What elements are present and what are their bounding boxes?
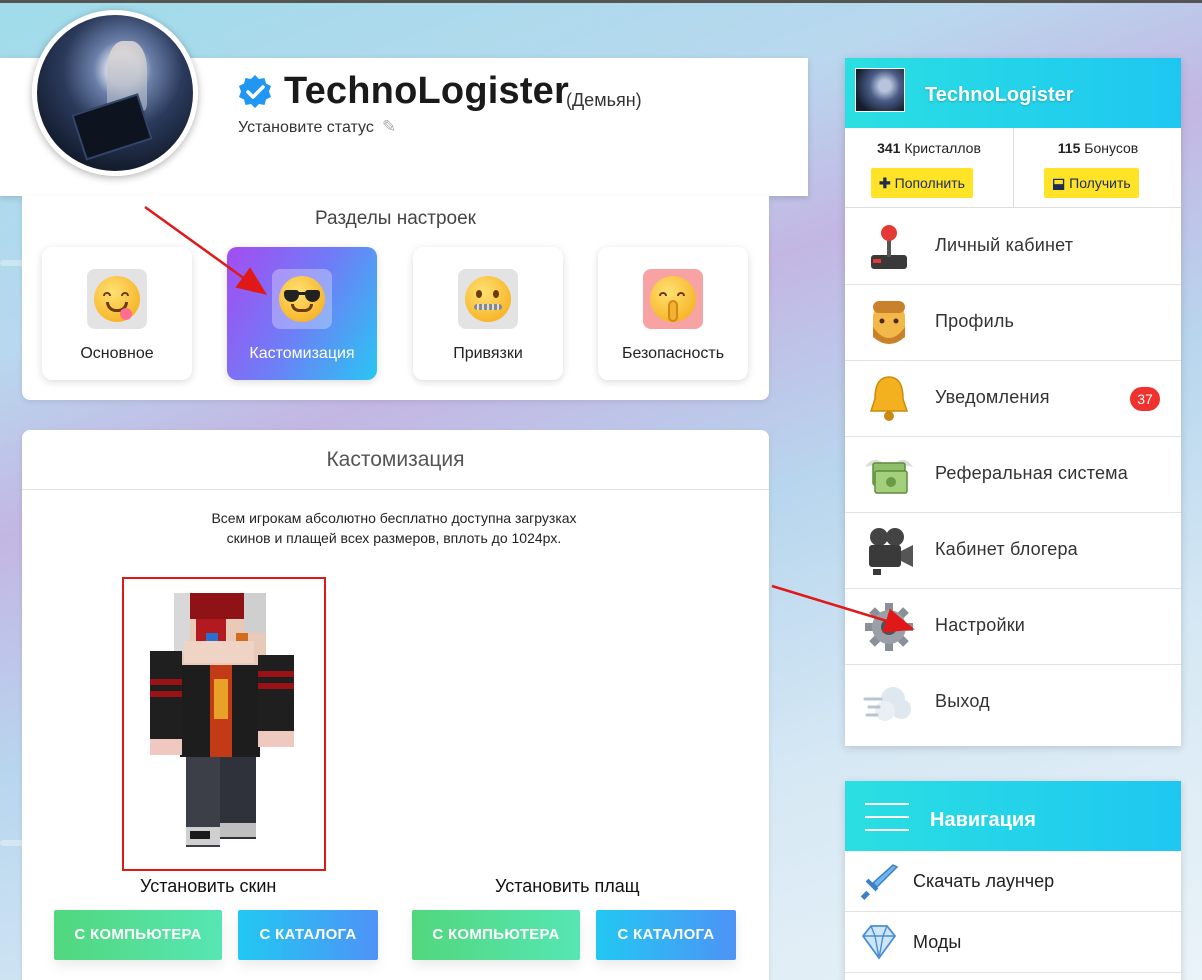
hamburger-icon[interactable] (865, 803, 909, 831)
customization-title: Кастомизация (22, 430, 769, 490)
topup-button[interactable]: ✚ Пополнить (871, 168, 973, 198)
plus-icon: ✚ (879, 175, 891, 191)
navigation-panel: Навигация Скачать лаунчер Моды (845, 781, 1181, 980)
tab-basic-label: Основное (80, 345, 154, 362)
bonuses-label: Бонусов (1080, 140, 1139, 156)
skin-from-catalog-button[interactable]: С КАТАЛОГА (238, 910, 378, 960)
menu-label: Кабинет блогера (935, 539, 1078, 559)
diamond-icon (861, 925, 897, 960)
user-panel: TechnoLogister 341 Кристаллов ✚ Пополнит… (845, 58, 1181, 746)
user-panel-header: TechnoLogister (845, 58, 1181, 128)
balance-stats: 341 Кристаллов ✚ Пополнить 115 Бонусов ⬓… (845, 128, 1181, 208)
tab-security[interactable]: Безопасность (598, 247, 748, 380)
shushing-face-icon (643, 269, 703, 329)
sunglasses-face-icon (272, 269, 332, 329)
dash-cloud-icon (863, 687, 911, 721)
navigation-header: Навигация (845, 781, 1181, 851)
person-face-icon (873, 301, 905, 344)
yum-face-icon (87, 269, 147, 329)
top-border (0, 0, 1202, 3)
notifications-badge: 37 (1130, 387, 1160, 411)
joystick-icon (871, 225, 907, 269)
receive-button[interactable]: ⬓ Получить (1044, 168, 1139, 198)
bonuses-count: 115 (1057, 140, 1081, 156)
tab-customization[interactable]: Кастомизация (227, 247, 377, 380)
topup-label: Пополнить (894, 175, 965, 191)
pencil-icon[interactable]: ✎ (382, 117, 396, 137)
settings-sections: Разделы настроек Основное Кастомизация П… (22, 196, 769, 400)
menu-label: Профиль (935, 311, 1015, 331)
nav-label: Скачать лаунчер (913, 871, 1055, 891)
verified-badge-icon (237, 74, 273, 110)
profile-username: TechnoLogister (284, 70, 569, 112)
profile-avatar[interactable] (32, 10, 198, 176)
menu-item-settings[interactable]: Настройки (845, 589, 1181, 665)
user-panel-username: TechnoLogister (925, 84, 1074, 106)
tab-customization-label: Кастомизация (249, 345, 355, 362)
menu-item-referral[interactable]: Реферальная система (845, 437, 1181, 513)
sword-icon (860, 864, 899, 900)
tab-bindings[interactable]: Привязки (413, 247, 563, 380)
menu-label: Уведомления (935, 387, 1050, 407)
tab-basic[interactable]: Основное (42, 247, 192, 380)
money-wings-icon (865, 459, 913, 494)
minecraft-skin-figure (150, 593, 294, 847)
menu-item-blogger-cabinet[interactable]: Кабинет блогера (845, 513, 1181, 589)
menu-item-personal-cabinet[interactable]: Личный кабинет (845, 209, 1181, 285)
menu-item-logout[interactable]: Выход (845, 665, 1181, 741)
tab-bindings-label: Привязки (453, 345, 523, 362)
zipper-mouth-face-icon (458, 269, 518, 329)
customization-description: Всем игрокам абсолютно бесплатно доступн… (144, 508, 644, 548)
crystals-count: 341 (877, 140, 901, 156)
nav-label: Моды (913, 932, 962, 952)
cape-from-computer-button[interactable]: С КОМПЬЮТЕРА (412, 910, 580, 960)
crystals-stat: 341 Кристаллов ✚ Пополнить (845, 128, 1013, 208)
profile-real-name: (Демьян) (566, 90, 642, 110)
bonuses-stat: 115 Бонусов ⬓ Получить (1013, 128, 1181, 208)
set-cape-label: Установить плащ (495, 876, 640, 896)
nav-item-download-launcher[interactable]: Скачать лаунчер (845, 851, 1181, 912)
navigation-title: Навигация (930, 809, 1036, 831)
receive-label: Получить (1069, 175, 1131, 191)
menu-label: Личный кабинет (935, 235, 1074, 255)
description-line-2: скинов и плащей всех размеров, вплоть до… (226, 530, 562, 546)
set-skin-label: Установить скин (140, 876, 277, 896)
user-panel-avatar[interactable] (855, 68, 905, 112)
settings-sections-title: Разделы настроек (314, 208, 476, 229)
tab-security-label: Безопасность (621, 345, 725, 362)
gear-icon (865, 603, 913, 651)
menu-label: Реферальная система (935, 463, 1128, 483)
skin-from-computer-button[interactable]: С КОМПЬЮТЕРА (54, 910, 222, 960)
customization-panel: Кастомизация Всем игрокам абсолютно бесп… (22, 430, 769, 980)
status-input[interactable]: Установите статус (238, 119, 374, 137)
download-box-icon: ⬓ (1052, 175, 1066, 191)
description-line-1: Всем игрокам абсолютно бесплатно доступн… (211, 510, 577, 526)
skin-preview (122, 577, 326, 871)
nav-item-mods[interactable]: Моды (845, 912, 1181, 973)
cape-from-catalog-button[interactable]: С КАТАЛОГА (596, 910, 736, 960)
bell-icon (869, 376, 909, 421)
menu-item-profile[interactable]: Профиль (845, 285, 1181, 361)
movie-camera-icon (869, 528, 913, 575)
menu-item-notifications[interactable]: Уведомления 37 (845, 361, 1181, 437)
menu-label: Выход (935, 691, 990, 711)
menu-label: Настройки (935, 615, 1026, 635)
crystals-label: Кристаллов (900, 140, 981, 156)
